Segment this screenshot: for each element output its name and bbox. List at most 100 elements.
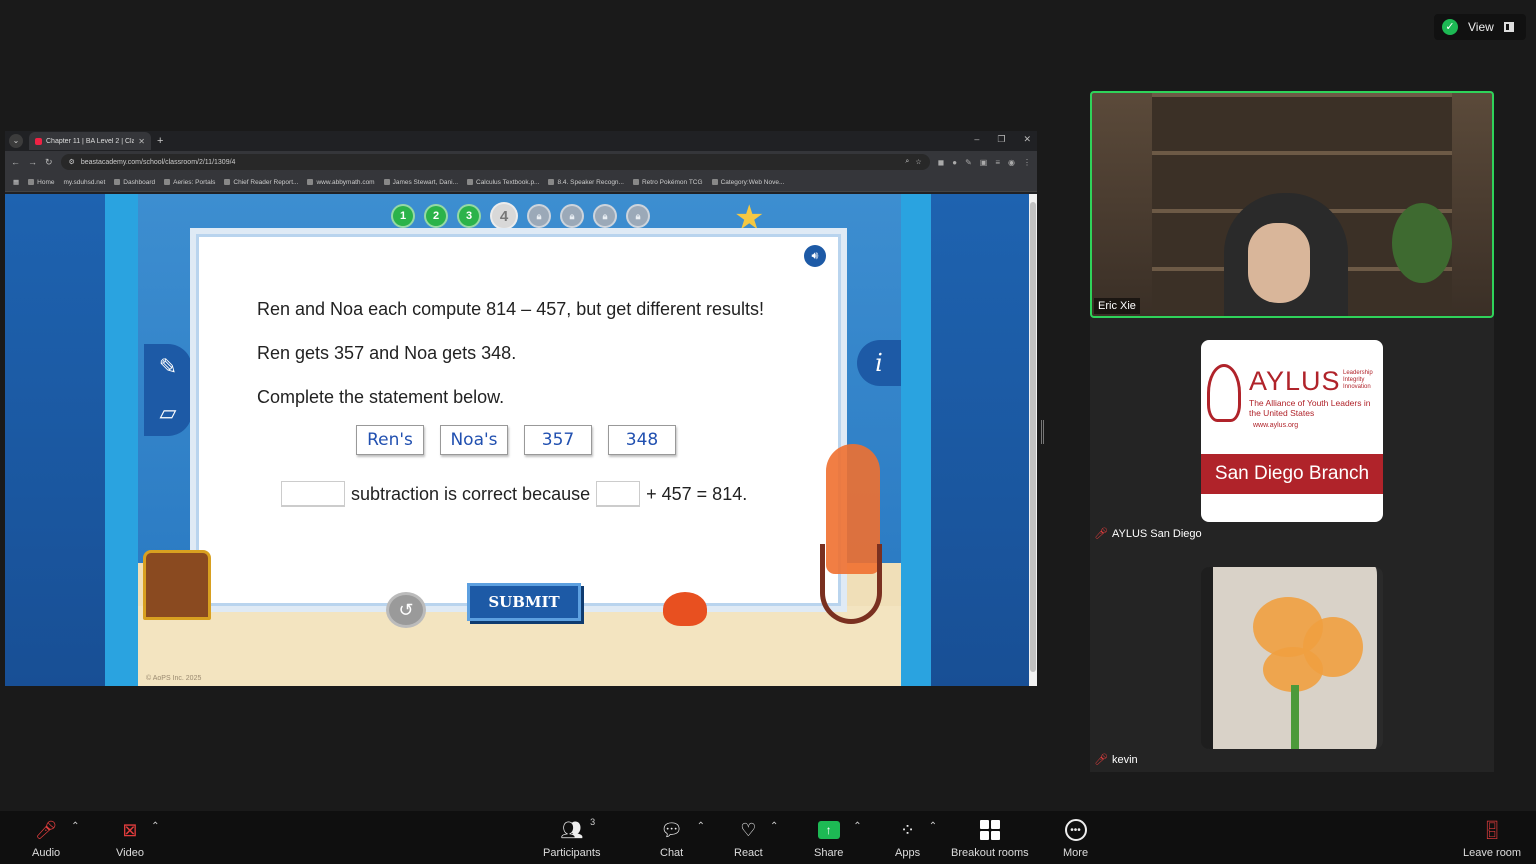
muted-mic-icon: 🎤︎: [1094, 754, 1108, 766]
leave-door-icon: 🚪︎: [1480, 819, 1504, 840]
browser-tabbar: ⌄ Chapter 11 | BA Level 2 | Classr ✕ + –…: [5, 131, 1037, 151]
window-close-icon[interactable]: ✕: [1023, 134, 1031, 145]
muted-mic-icon: 🎤︎: [1094, 528, 1108, 540]
chat-options-caret-icon[interactable]: ⌃: [697, 821, 705, 832]
bookmark-item[interactable]: James Stewart, Dani...: [383, 178, 458, 186]
extensions-puzzle-icon[interactable]: ▣: [980, 158, 988, 167]
choice-tile[interactable]: Noa's: [440, 425, 508, 455]
lock-icon: 🔒︎: [626, 204, 650, 228]
video-button[interactable]: ⊠ ⌃ Video: [116, 819, 160, 860]
bookmark-label: 8.4. Speaker Recogn...: [557, 178, 624, 186]
extension-icon[interactable]: ✎: [965, 158, 972, 167]
bookmark-item[interactable]: Calculus Textbook.p...: [467, 179, 539, 186]
bookmark-label: Home: [37, 178, 55, 186]
participant-avatar-tile[interactable]: AYLUS Leadership Integrity Innovation Th…: [1201, 340, 1383, 522]
answer-blank-2[interactable]: [596, 481, 641, 507]
choice-tile[interactable]: Ren's: [356, 425, 424, 455]
anchor-icon: [820, 544, 882, 624]
breakout-rooms-button[interactable]: Breakout rooms: [951, 819, 1029, 859]
back-icon[interactable]: ←: [11, 157, 20, 167]
bookmark-item[interactable]: Aeries: Portals: [164, 179, 215, 186]
browser-menu-icon[interactable]: ⋮: [1023, 158, 1031, 167]
answer-blank-1[interactable]: [281, 481, 345, 507]
bookmark-item[interactable]: Home: [28, 178, 55, 186]
restore-icon[interactable]: ❐: [997, 134, 1005, 145]
extension-icon[interactable]: ◼: [938, 158, 945, 167]
progress-dot[interactable]: 3: [457, 204, 481, 228]
eraser-icon[interactable]: ▱: [160, 400, 177, 426]
bookmark-item[interactable]: 8.4. Speaker Recogn...: [548, 179, 624, 186]
chat-button[interactable]: 💬︎ ⌃ Chat: [660, 819, 705, 860]
bookmark-icon: [383, 178, 390, 185]
bookmark-label: Retro Pokémon TCG: [641, 178, 703, 186]
tab-search-icon[interactable]: ⌄: [9, 134, 23, 148]
lock-icon: 🔒︎: [560, 204, 584, 228]
bookmark-label: www.abbymath.com: [316, 178, 375, 186]
bookmark-item[interactable]: Retro Pokémon TCG: [632, 178, 703, 186]
view-layout-icon: [1503, 22, 1514, 32]
media-icon[interactable]: ≡: [995, 158, 1000, 167]
pencil-icon[interactable]: ✎: [159, 354, 177, 380]
minimize-icon[interactable]: –: [974, 134, 979, 145]
beast-academy-page: ★ 1 2 3 4 🔒︎ 🔒︎ 🔒︎ 🔒︎ ✎ ▱ i 🔊︎ Ren and N…: [5, 194, 1029, 686]
drawing-tools: ✎ ▱: [144, 344, 192, 436]
encryption-shield-icon: ✓: [1442, 19, 1458, 35]
react-button[interactable]: ♡ ⌃ React: [734, 819, 778, 860]
audio-label: Audio: [32, 847, 61, 859]
answer-choices: Ren's Noa's 357 348: [356, 425, 676, 455]
breakout-grid-icon: [979, 820, 1000, 840]
participants-button[interactable]: 👥︎ 3 Participants: [543, 817, 600, 859]
progress-dot-current[interactable]: 4: [490, 202, 518, 230]
browser-tab[interactable]: Chapter 11 | BA Level 2 | Classr ✕: [29, 132, 151, 150]
submit-button[interactable]: SUBMIT: [467, 583, 581, 621]
new-tab-icon[interactable]: +: [157, 135, 163, 147]
bookmark-item[interactable]: www.abbymath.com: [307, 178, 375, 186]
audio-button[interactable]: 🎤︎ ⌃ Audio: [32, 819, 80, 860]
progress-dot[interactable]: 2: [424, 204, 448, 228]
leave-room-button[interactable]: 🚪︎ Leave room: [1463, 819, 1522, 860]
progress-dot[interactable]: 1: [391, 204, 415, 228]
apps-button[interactable]: ⁘ ⌃ Apps: [895, 819, 937, 860]
scrollbar-thumb[interactable]: [1030, 202, 1036, 672]
forward-icon[interactable]: →: [28, 157, 37, 167]
choice-tile[interactable]: 348: [608, 425, 676, 455]
bookmark-label: Category:Web Nove...: [720, 178, 785, 186]
panel-splitter[interactable]: [1041, 420, 1044, 444]
bookmark-item[interactable]: Dashboard: [114, 179, 155, 186]
view-control[interactable]: ✓ View: [1434, 14, 1526, 40]
profile-avatar-icon[interactable]: ◉: [1008, 158, 1015, 167]
leave-label: Leave room: [1463, 847, 1522, 859]
react-options-caret-icon[interactable]: ⌃: [770, 821, 778, 832]
zoom-icon[interactable]: ⌕: [905, 158, 909, 166]
reload-icon[interactable]: ↻: [45, 157, 53, 168]
apps-grid-icon[interactable]: ▦: [13, 178, 19, 186]
statement-text: + 457 = 814.: [646, 483, 748, 504]
choice-tile[interactable]: 357: [524, 425, 592, 455]
bookmark-star-icon[interactable]: ☆: [915, 158, 921, 166]
share-button[interactable]: ↑ ⌃ Share: [814, 819, 862, 859]
site-info-icon[interactable]: ⚙: [69, 158, 75, 166]
reset-button[interactable]: ↺: [386, 592, 426, 628]
bookmark-label: my.sduhsd.net: [63, 178, 106, 186]
video-tile-active[interactable]: Eric Xie: [1090, 91, 1494, 318]
logo-tagline: Leadership Integrity Innovation: [1343, 370, 1373, 390]
info-button[interactable]: i: [857, 340, 901, 386]
bookmark-item[interactable]: Category:Web Nove...: [711, 178, 785, 186]
extension-icon[interactable]: ●: [952, 158, 957, 167]
speaker-icon[interactable]: 🔊︎: [804, 245, 826, 267]
bookmark-item[interactable]: Chief Reader Report...: [224, 179, 298, 186]
ocean-side-right: [931, 194, 1029, 686]
video-options-caret-icon[interactable]: ⌃: [151, 821, 159, 832]
participant-avatar-tile[interactable]: [1201, 567, 1383, 749]
bookmark-item[interactable]: my.sduhsd.net: [64, 179, 106, 186]
share-options-caret-icon[interactable]: ⌃: [853, 821, 861, 832]
plant-background: [1392, 203, 1452, 283]
more-button[interactable]: ••• More: [1063, 819, 1088, 859]
ocean-side-left: [5, 194, 105, 686]
page-scrollbar[interactable]: [1029, 194, 1037, 686]
address-bar[interactable]: ⚙ beastacademy.com/school/classroom/2/11…: [60, 154, 930, 170]
audio-options-caret-icon[interactable]: ⌃: [71, 821, 79, 832]
apps-options-caret-icon[interactable]: ⌃: [929, 821, 937, 832]
tab-close-icon[interactable]: ✕: [138, 137, 145, 146]
bookmark-icon: [307, 178, 314, 185]
